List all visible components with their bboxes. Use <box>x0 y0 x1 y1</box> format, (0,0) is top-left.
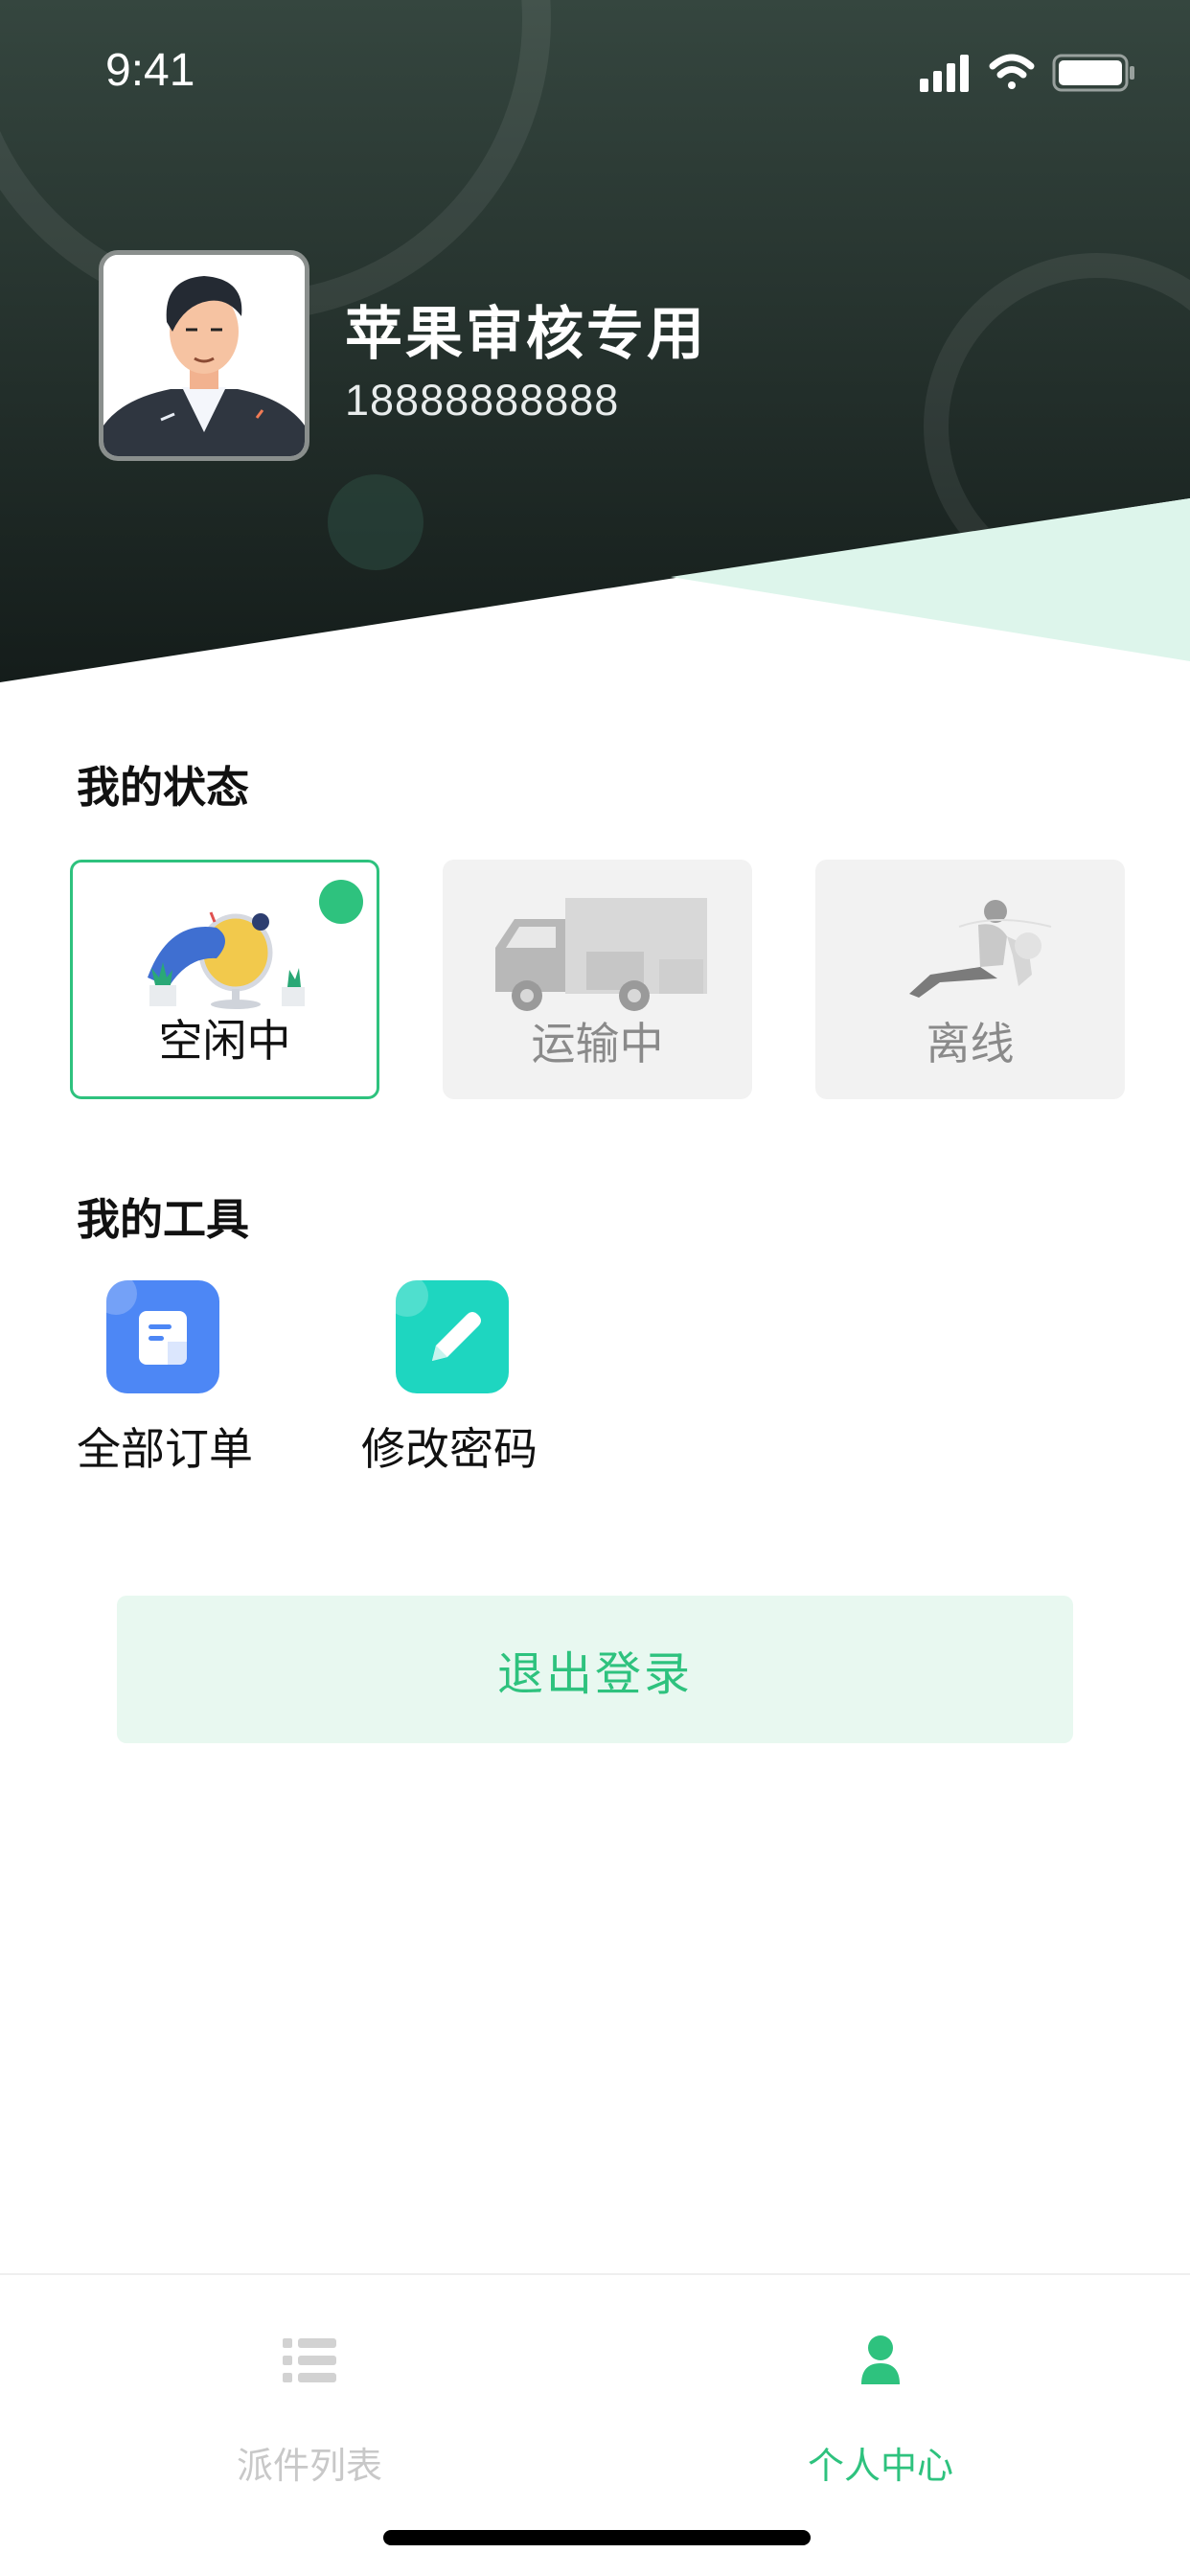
offline-illustration <box>909 900 1052 998</box>
truck-illustration <box>495 898 707 1011</box>
avatar[interactable] <box>99 250 309 461</box>
list-icon <box>283 2338 336 2382</box>
cellular-signal-icon <box>920 55 969 92</box>
status-option-label: 离线 <box>926 1018 1015 1070</box>
status-option-transporting[interactable]: 运输中 <box>443 860 752 1099</box>
status-option-label: 运输中 <box>531 1018 664 1070</box>
tool-label: 修改密码 <box>361 1423 538 1475</box>
my-status-title: 我的状态 <box>77 762 250 813</box>
user-name: 苹果审核专用 <box>345 301 707 368</box>
avatar-illustration <box>103 255 305 456</box>
selected-indicator <box>319 880 363 924</box>
status-option-idle[interactable]: 空闲中 <box>70 860 379 1099</box>
tool-all-orders[interactable]: 全部订单 <box>77 1280 307 1475</box>
tab-personal-center[interactable]: 个人中心 <box>737 2334 1024 2487</box>
battery-icon <box>1052 54 1134 92</box>
status-icons <box>920 54 1134 92</box>
tab-dispatch-list[interactable]: 派件列表 <box>166 2334 453 2487</box>
pencil-icon <box>396 1280 509 1393</box>
status-time: 9:41 <box>105 45 195 96</box>
person-icon <box>861 2335 900 2384</box>
home-indicator <box>383 2530 811 2545</box>
document-icon <box>106 1280 219 1393</box>
status-option-label: 空闲中 <box>158 1015 291 1067</box>
tool-change-password[interactable]: 修改密码 <box>361 1280 591 1475</box>
logout-button[interactable]: 退出登录 <box>117 1596 1073 1743</box>
tool-label: 全部订单 <box>77 1423 253 1475</box>
my-tools-title: 我的工具 <box>77 1194 250 1245</box>
tab-label: 派件列表 <box>236 2445 382 2487</box>
tab-label: 个人中心 <box>807 2445 953 2487</box>
user-phone: 18888888888 <box>345 376 620 425</box>
status-bar: 9:41 <box>0 0 1190 144</box>
wifi-icon <box>989 54 1035 89</box>
profile-header: 9:41 苹果审核专用 18888888888 <box>0 0 1190 690</box>
status-option-offline[interactable]: 离线 <box>815 860 1125 1099</box>
